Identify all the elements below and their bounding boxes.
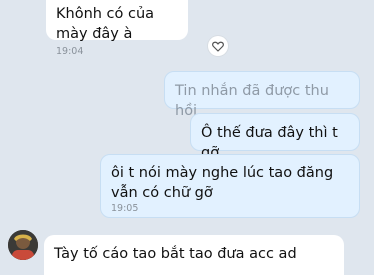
message-text: ôi t nói mày nghe lúc tao đăng vẫn có ch… bbox=[111, 165, 334, 201]
user-avatar[interactable] bbox=[8, 230, 38, 260]
message-bubble-incoming[interactable]: Tày tố cáo tao bắt tao đưa acc ad bbox=[44, 235, 344, 275]
message-time: 19:05 bbox=[111, 203, 139, 214]
message-bubble-outgoing[interactable]: Ô thế đưa đây thì t gỡ bbox=[190, 113, 360, 161]
message-text: Tày tố cáo tao bắt tao đưa acc ad bbox=[54, 246, 297, 262]
message-text: Khônh có của mày đây à bbox=[56, 6, 155, 42]
message-time: 19:04 bbox=[56, 46, 84, 57]
message-bubble-outgoing[interactable]: ôi t nói mày nghe lúc tao đăng vẫn có ch… bbox=[100, 154, 360, 218]
message-bubble-recalled[interactable]: Tin nhắn đã được thu hồi bbox=[164, 71, 360, 119]
avatar-image bbox=[8, 230, 38, 260]
heart-reaction-button[interactable] bbox=[208, 36, 228, 56]
message-bubble-incoming[interactable]: Khônh có của mày đây à 19:04 bbox=[46, 0, 188, 57]
heart-outline-icon bbox=[212, 41, 224, 52]
